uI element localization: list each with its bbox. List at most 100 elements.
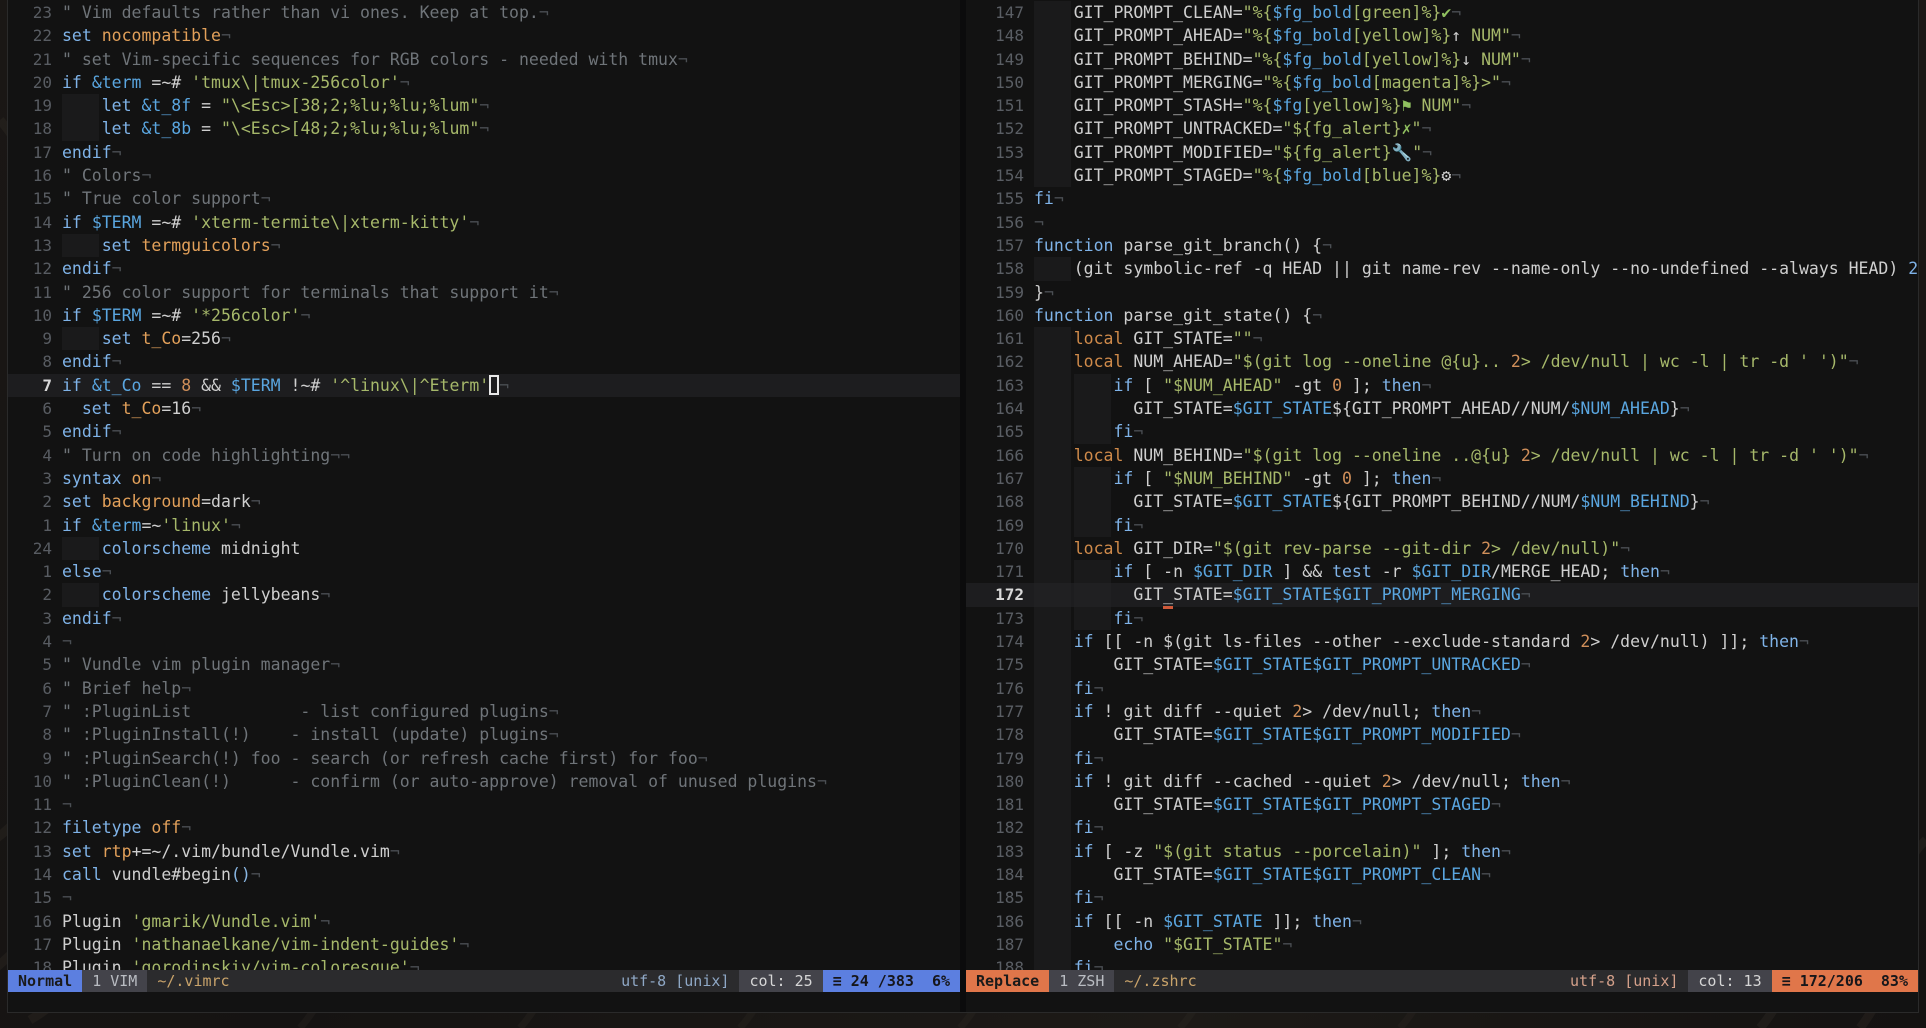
line-content[interactable]: " 256 color support for terminals that s… xyxy=(62,281,960,304)
editor-line[interactable]: 177 if ! git diff --quiet 2> /dev/null; … xyxy=(966,699,1918,724)
editor-line[interactable]: 181 GIT_STATE=$GIT_STATE$GIT_PROMPT_STAG… xyxy=(966,793,1918,817)
editor-line[interactable]: 174 if [[ -n $(git ls-files --other --ex… xyxy=(966,630,1918,654)
line-content[interactable]: if &term=~'linux'¬ xyxy=(62,514,960,537)
line-content[interactable]: " :PluginSearch(!) foo - search (or refr… xyxy=(62,747,960,770)
line-content[interactable]: else¬ xyxy=(62,560,960,583)
line-content[interactable]: fi¬ xyxy=(1034,886,1918,910)
editor-line[interactable]: 22 set nocompatible¬ xyxy=(8,24,960,47)
line-content[interactable]: local NUM_AHEAD="$(git log --oneline @{u… xyxy=(1034,350,1918,374)
line-content[interactable]: fi¬ xyxy=(1034,816,1918,840)
line-content[interactable]: if [ "$NUM_AHEAD" -gt 0 ]; then¬ xyxy=(1034,373,1918,398)
line-content[interactable]: endif¬ xyxy=(62,607,960,630)
line-content[interactable]: set termguicolors¬ xyxy=(62,233,960,258)
line-content[interactable]: if $TERM =~# '*256color'¬ xyxy=(62,304,960,327)
line-content[interactable]: GIT_PROMPT_MERGING="%{$fg_bold[magenta]%… xyxy=(1034,70,1918,95)
line-content[interactable]: syntax on¬ xyxy=(62,467,960,490)
editor-line[interactable]: 7 " :PluginList - list configured plugins… xyxy=(8,700,960,723)
line-content[interactable]: fi¬ xyxy=(1034,420,1918,444)
line-content[interactable]: if [ "$NUM_BEHIND" -gt 0 ]; then¬ xyxy=(1034,466,1918,491)
editor-line[interactable]: 5 " Vundle vim plugin manager¬ xyxy=(8,653,960,676)
line-content[interactable]: filetype off¬ xyxy=(62,816,960,839)
editor-line[interactable]: 160 function parse_git_state() {¬ xyxy=(966,304,1918,327)
line-content[interactable]: " Colors¬ xyxy=(62,164,960,187)
line-content[interactable]: if $TERM =~# 'xterm-termite\|xterm-kitty… xyxy=(62,211,960,234)
line-content[interactable]: fi¬ xyxy=(1034,187,1918,210)
editor-line[interactable]: 187 echo "$GIT_STATE"¬ xyxy=(966,932,1918,957)
editor-line[interactable]: 2 colorscheme jellybeans¬ xyxy=(8,583,960,607)
line-content[interactable]: " :PluginClean(!) - confirm (or auto-app… xyxy=(62,770,960,793)
line-content[interactable]: GIT_PROMPT_UNTRACKED="${fg_alert}✗"¬ xyxy=(1034,117,1918,141)
editor-line[interactable]: 155 fi¬ xyxy=(966,187,1918,210)
line-content[interactable]: GIT_PROMPT_MODIFIED="${fg_alert}🔧"¬ xyxy=(1034,140,1918,165)
line-content[interactable]: ¬ xyxy=(62,793,960,816)
editor-line[interactable]: 151 GIT_PROMPT_STASH="%{$fg[yellow]%}⚑ N… xyxy=(966,94,1918,118)
editor-line[interactable]: 18 let &t_8b = "\<Esc>[48;2;%lu;%lu;%lum… xyxy=(8,117,960,141)
line-content[interactable]: echo "$GIT_STATE"¬ xyxy=(1034,932,1918,957)
editor-line[interactable]: 3 syntax on¬ xyxy=(8,467,960,490)
line-content[interactable]: fi¬ xyxy=(1034,606,1918,631)
editor-line[interactable]: 156 ¬ xyxy=(966,211,1918,234)
line-content[interactable]: local GIT_STATE=""¬ xyxy=(1034,327,1918,351)
editor-line[interactable]: 157 function parse_git_branch() {¬ xyxy=(966,234,1918,257)
line-content[interactable]: Plugin 'gmarik/Vundle.vim'¬ xyxy=(62,910,960,933)
editor-line[interactable]: 172 GIT_STATE=$GIT_STATE$GIT_PROMPT_MERG… xyxy=(966,583,1918,610)
editor-buffer-vimrc[interactable]: 23 " Vim defaults rather than vi ones. Ke… xyxy=(8,0,960,970)
editor-line[interactable]: 18 Plugin 'gorodinskiy/vim-coloresque'¬ xyxy=(8,956,960,970)
scrollbar-left[interactable] xyxy=(954,0,960,970)
line-content[interactable]: if [ -n $GIT_DIR ] && test -r $GIT_DIR/M… xyxy=(1034,560,1918,584)
editor-line[interactable]: 7 if &t_Co == 8 && $TERM !~# '^linux\|^Et… xyxy=(8,373,960,398)
editor-line[interactable]: 149 GIT_PROMPT_BEHIND="%{$fg_bold[yellow… xyxy=(966,47,1918,71)
editor-buffer-zshrc[interactable]: 147 GIT_PROMPT_CLEAN="%{$fg_bold[green]%… xyxy=(966,0,1918,970)
editor-line[interactable]: 175 GIT_STATE=$GIT_STATE$GIT_PROMPT_UNTR… xyxy=(966,653,1918,677)
line-content[interactable]: colorscheme jellybeans¬ xyxy=(62,583,960,607)
editor-line[interactable]: 2 set background=dark¬ xyxy=(8,490,960,513)
line-content[interactable]: }¬ xyxy=(1034,281,1918,304)
line-content[interactable]: colorscheme midnight xyxy=(62,536,960,561)
editor-line[interactable]: 185 fi¬ xyxy=(966,886,1918,910)
line-content[interactable]: endif¬ xyxy=(62,420,960,443)
line-content[interactable]: ¬ xyxy=(62,886,960,909)
editor-line[interactable]: 1 else¬ xyxy=(8,560,960,583)
line-content[interactable]: Plugin 'gorodinskiy/vim-coloresque'¬ xyxy=(62,956,960,970)
editor-line[interactable]: 10 if $TERM =~# '*256color'¬ xyxy=(8,304,960,327)
editor-line[interactable]: 15 ¬ xyxy=(8,886,960,909)
line-content[interactable]: if &term =~# 'tmux\|tmux-256color'¬ xyxy=(62,71,960,94)
line-content[interactable]: ¬ xyxy=(1034,211,1918,234)
editor-line[interactable]: 6 set t_Co=16¬ xyxy=(8,397,960,420)
line-content[interactable]: endif¬ xyxy=(62,141,960,164)
editor-line[interactable]: 147 GIT_PROMPT_CLEAN="%{$fg_bold[green]%… xyxy=(966,1,1918,25)
line-content[interactable]: GIT_STATE=$GIT_STATE$GIT_PROMPT_UNTRACKE… xyxy=(1034,653,1918,677)
line-content[interactable]: if [[ -n $GIT_STATE ]]; then¬ xyxy=(1034,909,1918,933)
editor-line[interactable]: 11 " 256 color support for terminals that… xyxy=(8,281,960,304)
line-content[interactable]: let &t_8b = "\<Esc>[48;2;%lu;%lu;%lum"¬ xyxy=(62,117,960,141)
editor-line[interactable]: 12 endif¬ xyxy=(8,257,960,280)
editor-line[interactable]: 8 endif¬ xyxy=(8,350,960,373)
line-content[interactable]: GIT_STATE=$GIT_STATE$GIT_PROMPT_MODIFIED… xyxy=(1034,723,1918,747)
line-content[interactable]: (git symbolic-ref -q HEAD || git name-re… xyxy=(1034,257,1918,281)
editor-line[interactable]: 154 GIT_PROMPT_STAGED="%{$fg_bold[blue]%… xyxy=(966,164,1918,188)
line-content[interactable]: GIT_STATE=$GIT_STATE$GIT_PROMPT_CLEAN¬ xyxy=(1034,862,1918,887)
line-content[interactable]: GIT_PROMPT_STASH="%{$fg[yellow]%}⚑ NUM"¬ xyxy=(1034,94,1918,118)
line-content[interactable]: set background=dark¬ xyxy=(62,490,960,513)
editor-line[interactable]: 184 GIT_STATE=$GIT_STATE$GIT_PROMPT_CLEA… xyxy=(966,862,1918,887)
line-content[interactable]: fi¬ xyxy=(1034,746,1918,770)
editor-line[interactable]: 11 ¬ xyxy=(8,793,960,816)
editor-line[interactable]: 13 set termguicolors¬ xyxy=(8,233,960,258)
line-content[interactable]: GIT_PROMPT_CLEAN="%{$fg_bold[green]%}✔¬ xyxy=(1034,1,1918,25)
editor-line[interactable]: 8 " :PluginInstall(!) - install (update) … xyxy=(8,723,960,746)
editor-line[interactable]: 14 if $TERM =~# 'xterm-termite\|xterm-kit… xyxy=(8,211,960,234)
editor-line[interactable]: 24 colorscheme midnight xyxy=(8,536,960,561)
command-line-right[interactable] xyxy=(966,992,1918,1012)
terminal-window[interactable]: 23 " Vim defaults rather than vi ones. Ke… xyxy=(8,0,1918,1012)
scrollbar-right[interactable] xyxy=(1912,0,1918,970)
editor-line[interactable]: 188 fi¬ xyxy=(966,956,1918,970)
editor-line[interactable]: 1 if &term=~'linux'¬ xyxy=(8,514,960,537)
line-content[interactable]: GIT_PROMPT_AHEAD="%{$fg_bold[yellow]%}↑ … xyxy=(1034,24,1918,48)
editor-line[interactable]: 178 GIT_STATE=$GIT_STATE$GIT_PROMPT_MODI… xyxy=(966,723,1918,747)
line-content[interactable]: if [[ -n $(git ls-files --other --exclud… xyxy=(1034,630,1918,654)
line-content[interactable]: GIT_STATE=$GIT_STATE${GIT_PROMPT_BEHIND/… xyxy=(1034,490,1918,514)
line-content[interactable]: " Vim defaults rather than vi ones. Keep… xyxy=(62,1,960,24)
editor-line[interactable]: 161 local GIT_STATE=""¬ xyxy=(966,327,1918,351)
editor-line[interactable]: 9 set t_Co=256¬ xyxy=(8,327,960,351)
editor-line[interactable]: 162 local NUM_AHEAD="$(git log --oneline… xyxy=(966,350,1918,374)
